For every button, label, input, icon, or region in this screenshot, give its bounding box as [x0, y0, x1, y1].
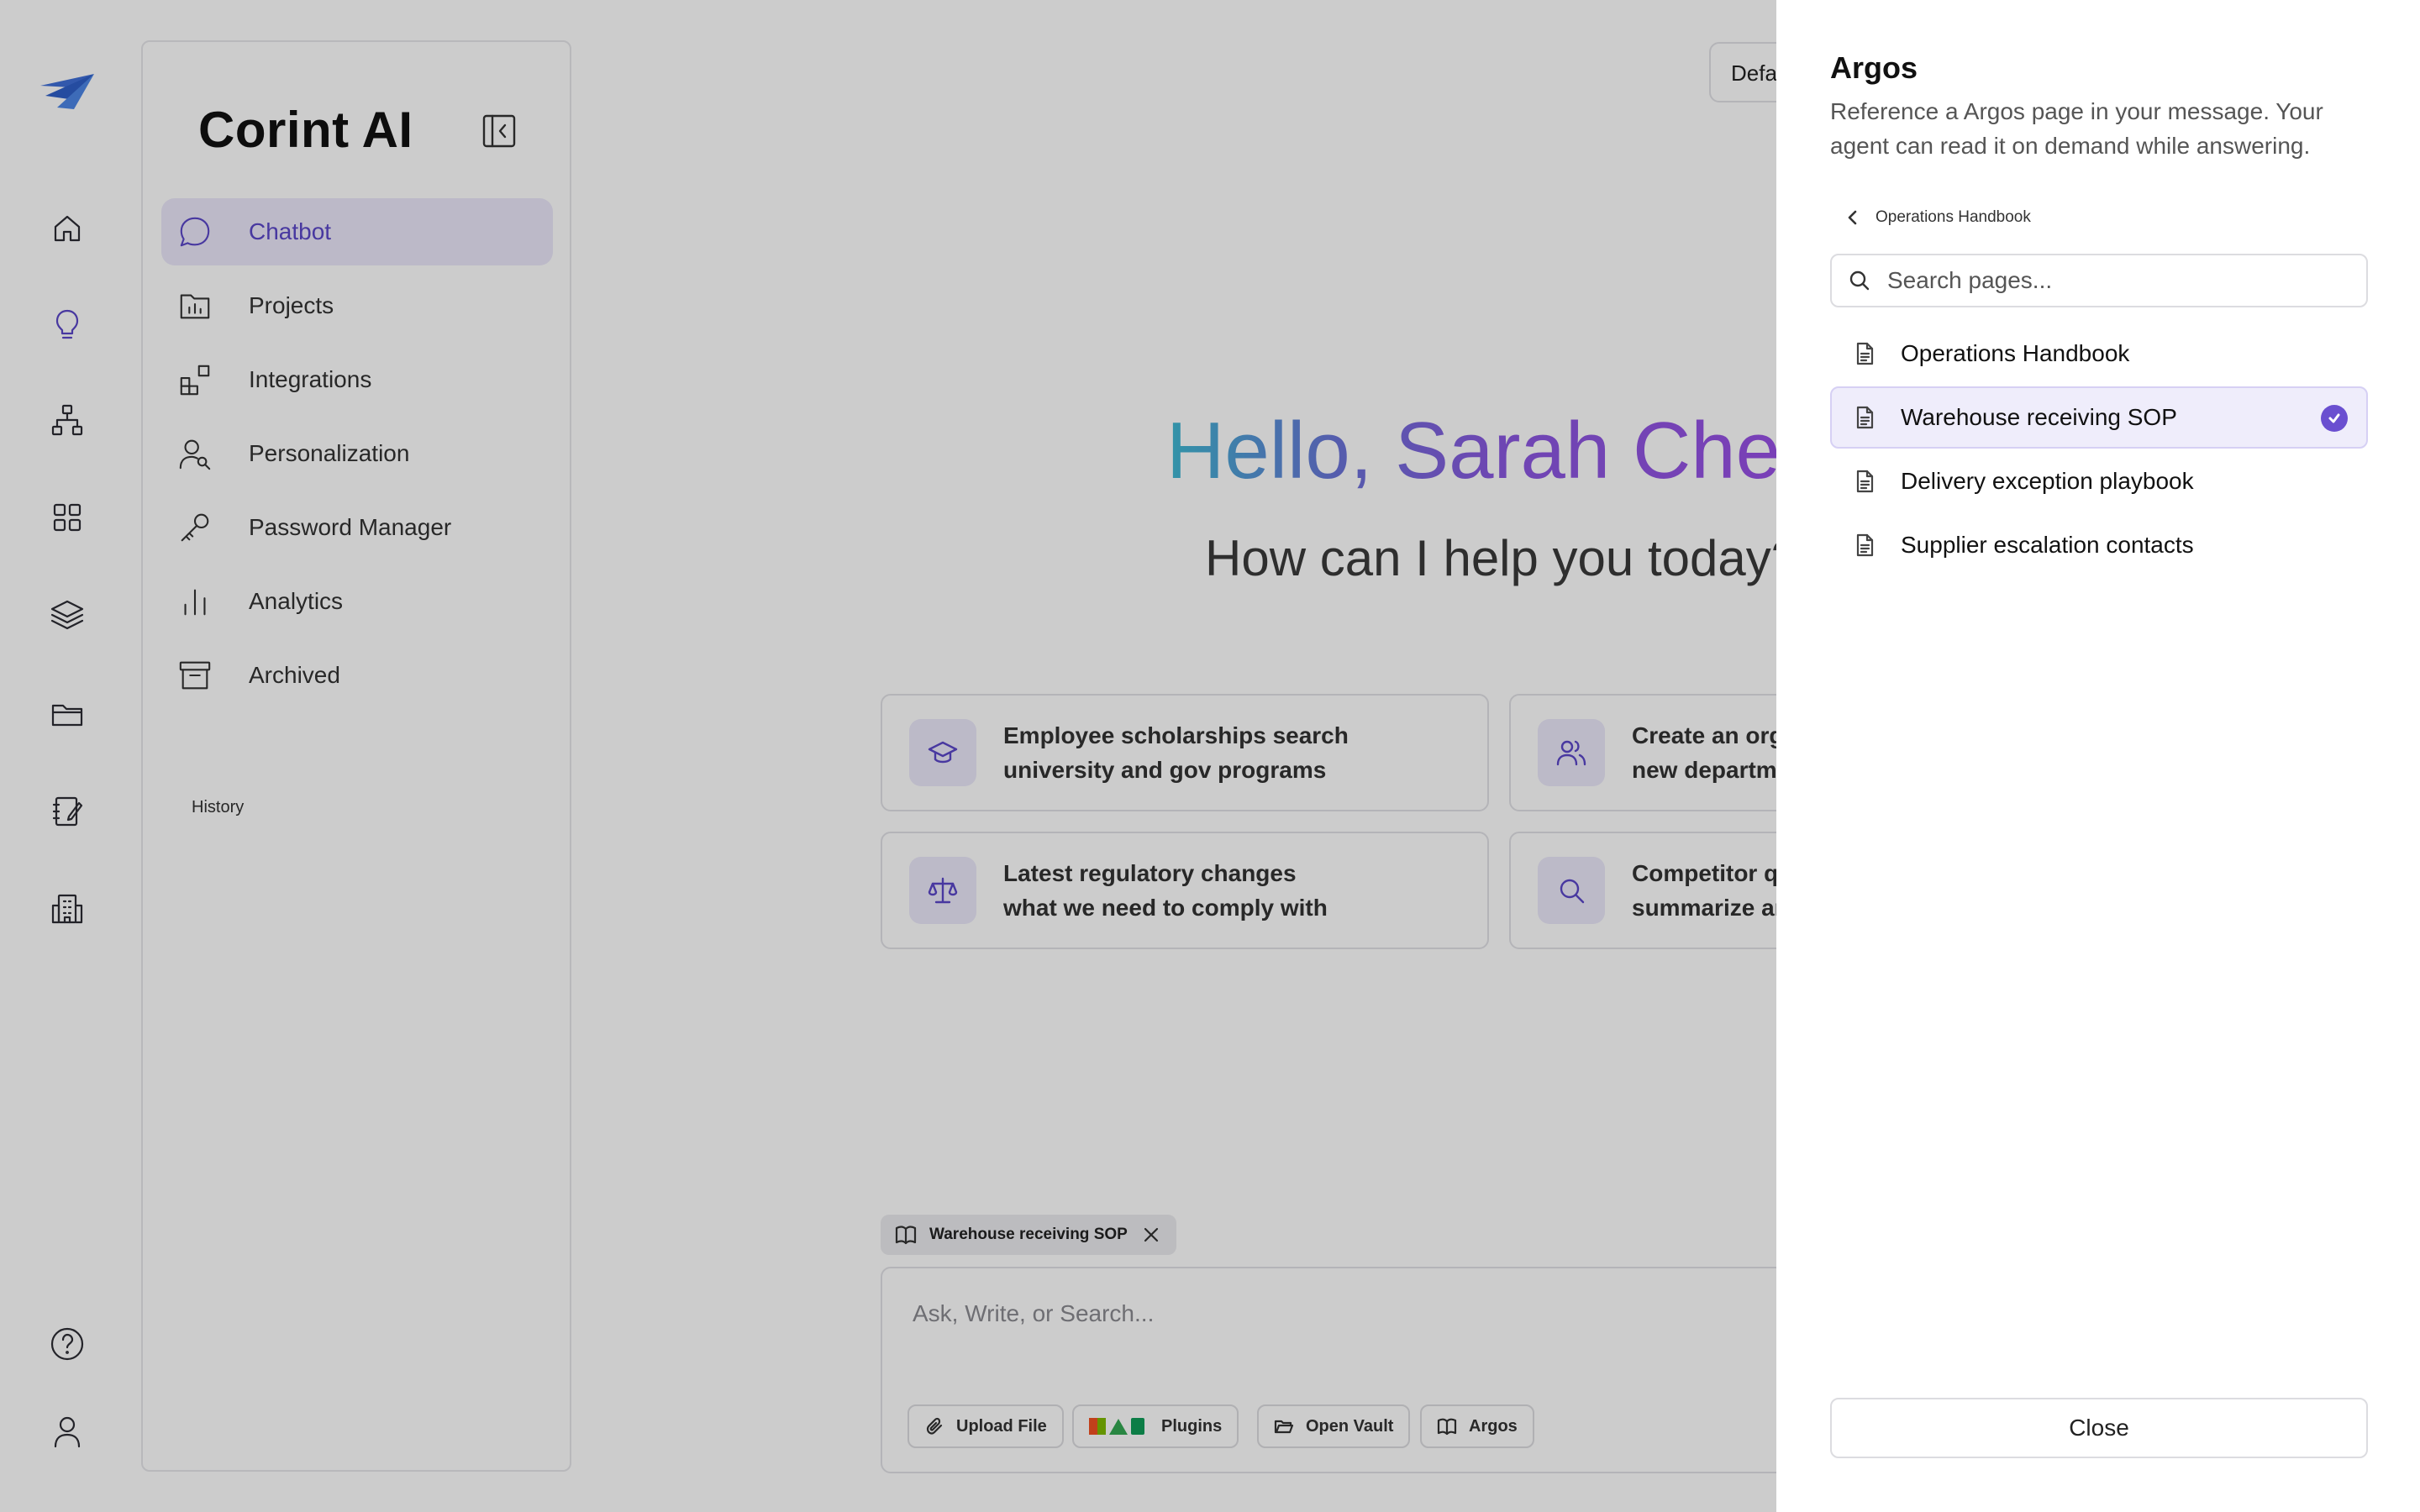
- search-icon: [1849, 270, 1870, 291]
- search-input[interactable]: [1887, 267, 2358, 294]
- check-icon: [2321, 405, 2348, 432]
- page-item[interactable]: Operations Handbook: [1830, 323, 2368, 385]
- drawer-description: Reference a Argos page in your message. …: [1830, 98, 2323, 159]
- page-title: Operations Handbook: [1901, 340, 2130, 366]
- argos-drawer: Argos Reference a Argos page in your mes…: [1776, 0, 2420, 1512]
- page-item-selected[interactable]: Warehouse receiving SOP: [1830, 386, 2368, 449]
- document-icon: [1856, 470, 1874, 493]
- chevron-left-icon: [1848, 210, 1857, 225]
- page-search: [1830, 254, 2368, 307]
- close-button[interactable]: Close: [1830, 1398, 2368, 1458]
- page-item[interactable]: Supplier escalation contacts: [1830, 514, 2368, 576]
- breadcrumb-label: Operations Handbook: [1876, 208, 2031, 226]
- page-item[interactable]: Delivery exception playbook: [1830, 450, 2368, 512]
- page-title: Supplier escalation contacts: [1901, 532, 2194, 558]
- page-list: Operations Handbook Warehouse receiving …: [1830, 323, 2368, 578]
- modal-backdrop[interactable]: [0, 0, 1776, 1512]
- page-title: Warehouse receiving SOP: [1901, 404, 2177, 430]
- drawer-title: Argos: [1830, 50, 1918, 85]
- page-title: Delivery exception playbook: [1901, 468, 2194, 494]
- breadcrumb-back[interactable]: Operations Handbook: [1844, 208, 2031, 227]
- document-icon: [1856, 533, 1874, 557]
- document-icon: [1856, 342, 1874, 365]
- document-icon: [1856, 406, 1874, 429]
